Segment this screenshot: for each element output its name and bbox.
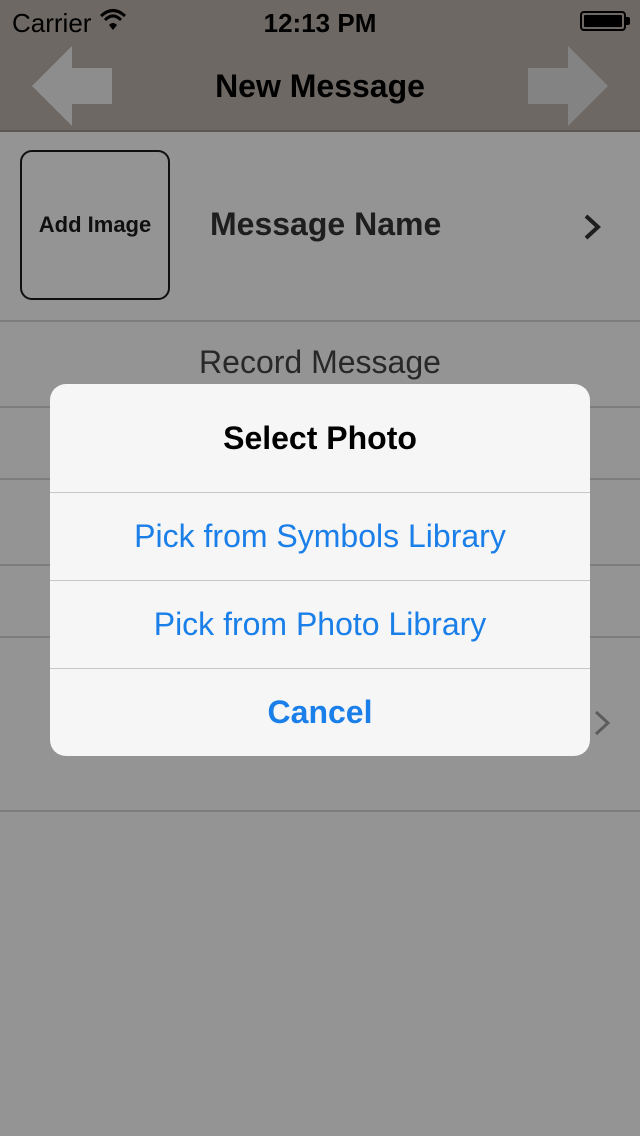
select-photo-alert: Select Photo Pick from Symbols Library P… (50, 384, 590, 756)
pick-symbols-library-button[interactable]: Pick from Symbols Library (50, 492, 590, 580)
cancel-button[interactable]: Cancel (50, 668, 590, 756)
pick-photo-library-button[interactable]: Pick from Photo Library (50, 580, 590, 668)
alert-title: Select Photo (223, 419, 417, 456)
